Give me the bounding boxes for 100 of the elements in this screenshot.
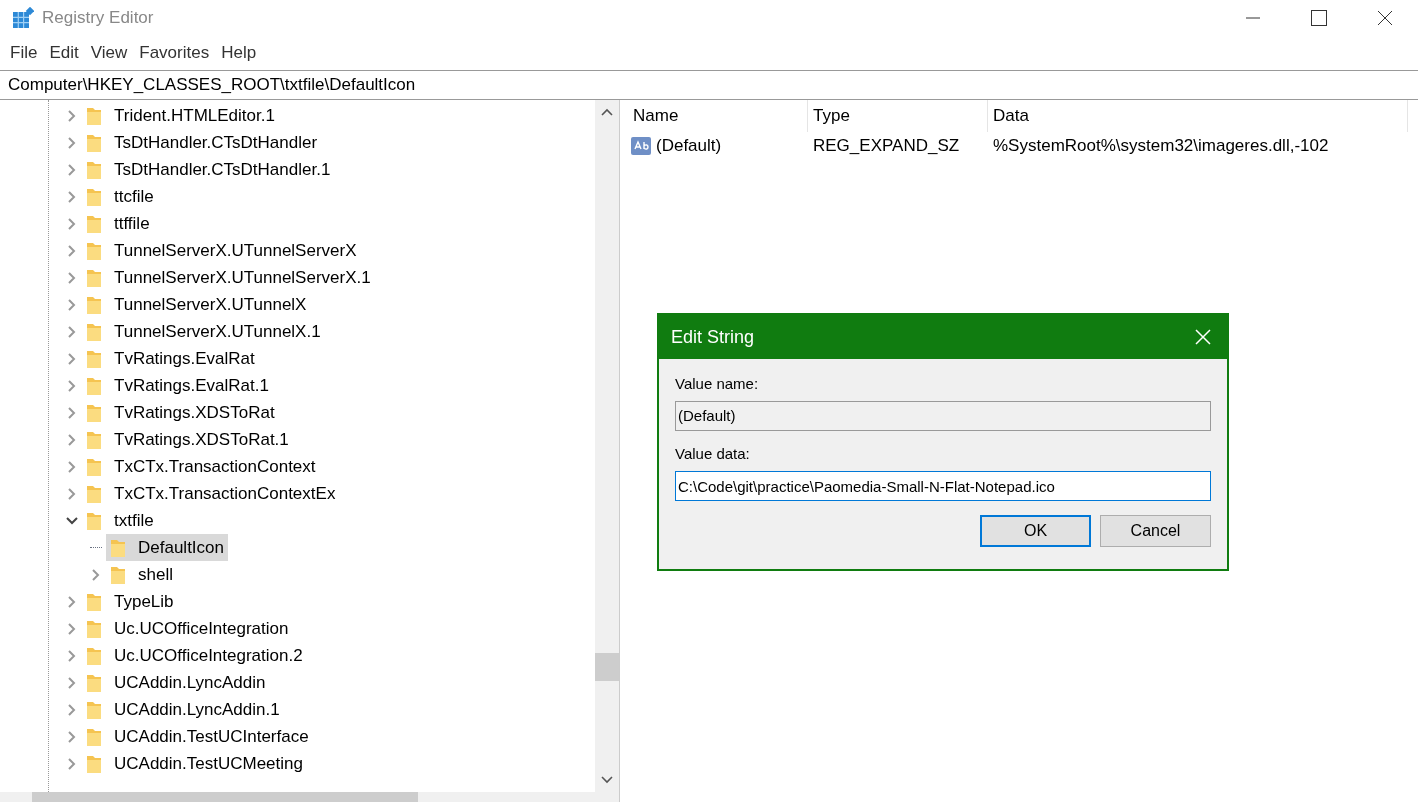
chevron-right-icon[interactable] — [66, 325, 78, 338]
tree-item[interactable]: TxCTx.TransactionContext — [82, 453, 320, 480]
chevron-right-icon[interactable] — [66, 460, 78, 473]
folder-icon — [86, 483, 102, 504]
value-data-field[interactable]: C:\Code\git\practice\Paomedia-Small-N-Flat-Notepad.ico — [675, 471, 1211, 501]
scroll-up-icon[interactable] — [601, 108, 613, 116]
vertical-scrollbar[interactable] — [595, 100, 619, 792]
folder-icon — [86, 105, 102, 126]
tree-item[interactable]: TunnelServerX.UTunnelX — [82, 291, 311, 318]
folder-icon — [86, 591, 102, 612]
tree-item[interactable]: TunnelServerX.UTunnelServerX — [82, 237, 361, 264]
tree-item[interactable]: DefaultIcon — [106, 534, 228, 561]
chevron-right-icon[interactable] — [66, 163, 78, 176]
chevron-right-icon[interactable] — [66, 379, 78, 392]
column-header[interactable]: Name — [628, 100, 808, 132]
chevron-right-icon[interactable] — [66, 271, 78, 284]
scroll-down-icon[interactable] — [601, 776, 613, 784]
folder-icon — [110, 537, 126, 558]
ok-button[interactable]: OK — [980, 515, 1091, 547]
address-bar[interactable]: Computer\HKEY_CLASSES_ROOT\txtfile\DefaultIcon — [0, 70, 1418, 100]
chevron-right-icon[interactable] — [66, 595, 78, 608]
chevron-right-icon[interactable] — [66, 649, 78, 662]
horizontal-scrollbar[interactable] — [0, 792, 619, 802]
dialog-title: Edit String — [671, 325, 755, 349]
tree-item[interactable]: ttffile — [82, 210, 154, 237]
tree-item[interactable]: TsDtHandler.CTsDtHandler.1 — [82, 156, 335, 183]
table-cell-text: REG_EXPAND_SZ — [812, 135, 961, 158]
tree-item[interactable]: UCAddin.TestUCInterface — [82, 723, 313, 750]
tree-item[interactable]: UCAddin.LyncAddin.1 — [82, 696, 284, 723]
chevron-right-icon[interactable] — [66, 298, 78, 311]
chevron-right-icon[interactable] — [66, 730, 78, 743]
tree-item[interactable]: txtfile — [82, 507, 158, 534]
chevron-down-icon[interactable] — [66, 514, 78, 527]
chevron-right-icon[interactable] — [66, 676, 78, 689]
scrollbar-thumb[interactable] — [32, 792, 418, 802]
folder-icon — [86, 375, 102, 396]
table-cell-text: (Default) — [656, 135, 722, 158]
cancel-button[interactable]: Cancel — [1100, 515, 1211, 547]
chevron-right-icon[interactable] — [66, 352, 78, 365]
chevron-right-icon[interactable] — [66, 433, 78, 446]
chevron-right-icon[interactable] — [66, 109, 78, 122]
app-icon — [12, 7, 34, 29]
tree-item[interactable]: TvRatings.XDSToRat — [82, 399, 279, 426]
chevron-right-icon[interactable] — [66, 757, 78, 770]
folder-icon — [86, 240, 102, 261]
folder-icon — [86, 699, 102, 720]
tree-item[interactable]: TvRatings.XDSToRat.1 — [82, 426, 293, 453]
menu-item[interactable]: View — [84, 40, 134, 66]
folder-icon — [86, 726, 102, 747]
window-title: Registry Editor — [42, 7, 154, 30]
tree-item[interactable]: shell — [106, 561, 177, 588]
menu-item[interactable]: Favorites — [133, 40, 216, 66]
field-label: Value name: — [675, 374, 760, 393]
folder-icon — [86, 321, 102, 342]
tree-item[interactable]: TypeLib — [82, 588, 178, 615]
chevron-right-icon[interactable] — [66, 190, 78, 203]
tree-item[interactable]: TvRatings.EvalRat — [82, 345, 259, 372]
close-icon[interactable] — [1195, 329, 1211, 345]
folder-icon — [86, 618, 102, 639]
minimize-icon — [1246, 17, 1260, 19]
tree-item[interactable]: TunnelServerX.UTunnelServerX.1 — [82, 264, 375, 291]
table-cell-text: %SystemRoot%\system32\imageres.dll,-102 — [992, 135, 1330, 158]
folder-icon — [86, 348, 102, 369]
tree-item[interactable]: TxCTx.TransactionContextEx — [82, 480, 340, 507]
scrollbar-thumb[interactable] — [595, 653, 619, 681]
folder-icon — [86, 402, 102, 423]
tree-item[interactable]: Trident.HTMLEditor.1 — [82, 102, 279, 129]
chevron-right-icon[interactable] — [90, 568, 102, 581]
chevron-right-icon[interactable] — [66, 244, 78, 257]
tree-item[interactable]: TvRatings.EvalRat.1 — [82, 372, 273, 399]
tree-item[interactable]: TsDtHandler.CTsDtHandler — [82, 129, 322, 156]
tree-item[interactable]: UCAddin.LyncAddin — [82, 669, 270, 696]
folder-icon — [86, 159, 102, 180]
folder-icon — [86, 753, 102, 774]
folder-icon — [86, 510, 102, 531]
tree-item[interactable]: Uc.UCOfficeIntegration — [82, 615, 293, 642]
menu-item[interactable]: File — [4, 40, 44, 66]
folder-icon — [86, 132, 102, 153]
chevron-right-icon[interactable] — [66, 217, 78, 230]
chevron-right-icon[interactable] — [66, 136, 78, 149]
column-header[interactable]: Type — [808, 100, 988, 132]
folder-icon — [86, 456, 102, 477]
folder-icon — [86, 294, 102, 315]
tree-item[interactable]: ttcfile — [82, 183, 158, 210]
chevron-right-icon[interactable] — [66, 487, 78, 500]
chevron-right-icon[interactable] — [66, 703, 78, 716]
column-header[interactable]: Data — [988, 100, 1408, 132]
folder-icon — [86, 645, 102, 666]
menu-item[interactable]: Help — [215, 40, 263, 66]
tree-item[interactable]: TunnelServerX.UTunnelX.1 — [82, 318, 325, 345]
string-value-icon — [630, 136, 652, 156]
chevron-right-icon[interactable] — [66, 406, 78, 419]
maximize-icon — [1311, 10, 1327, 26]
chevron-right-icon[interactable] — [66, 622, 78, 635]
menu-item[interactable]: Edit — [43, 40, 85, 66]
folder-icon — [86, 672, 102, 693]
value-name-field[interactable]: (Default) — [675, 401, 1211, 431]
tree-item[interactable]: Uc.UCOfficeIntegration.2 — [82, 642, 307, 669]
field-label: Value data: — [675, 444, 751, 463]
tree-item[interactable]: UCAddin.TestUCMeeting — [82, 750, 307, 777]
